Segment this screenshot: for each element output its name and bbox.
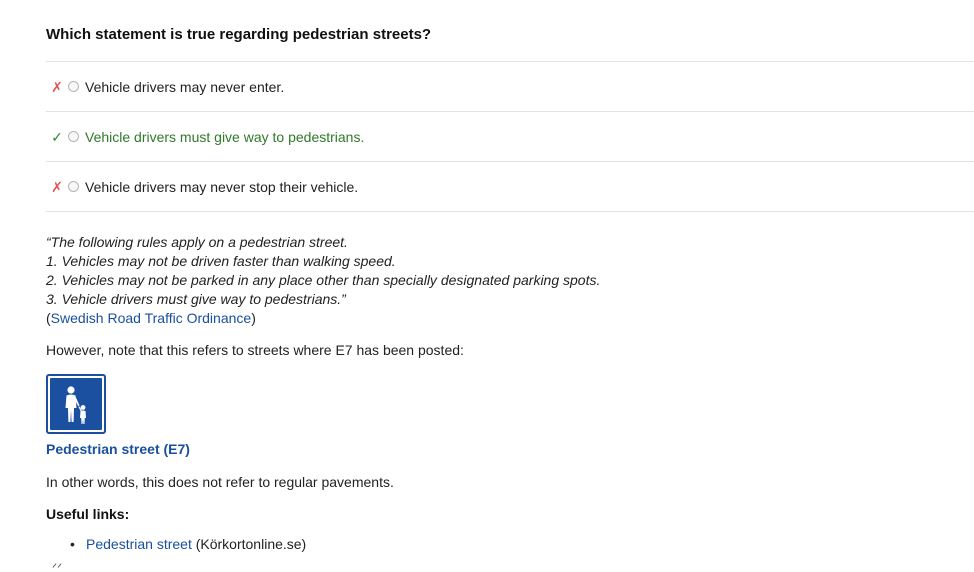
pedestrian-figures-icon <box>65 386 86 424</box>
useful-links-heading: Useful links: <box>46 506 130 522</box>
radio-button[interactable] <box>68 181 79 192</box>
sign-caption-link[interactable]: Pedestrian street (E7) <box>46 441 190 457</box>
check-mark-icon: ✓ <box>51 129 63 145</box>
wrong-mark-icon: ✗ <box>51 179 63 195</box>
useful-links-list: • Pedestrian street (Körkortonline.se) <box>46 536 306 552</box>
pedestrian-street-sign-icon[interactable] <box>46 374 106 434</box>
answer-option-2[interactable]: ✓ Vehicle drivers must give way to pedes… <box>46 112 974 162</box>
quote-line: 1. Vehicles may not be driven faster tha… <box>46 253 396 269</box>
sign-face <box>50 378 102 430</box>
answer-option-3[interactable]: ✗ Vehicle drivers may never stop their v… <box>46 162 974 212</box>
answer-label: Vehicle drivers may never stop their veh… <box>85 178 359 195</box>
answer-list: ✗ Vehicle drivers may never enter. ✓ Veh… <box>46 61 974 212</box>
question-title: Which statement is true regarding pedest… <box>46 26 432 43</box>
answer-label: Vehicle drivers must give way to pedestr… <box>85 128 365 145</box>
explanation-quote: “The following rules apply on a pedestri… <box>46 233 600 328</box>
answer-label: Vehicle drivers may never enter. <box>85 78 285 95</box>
quote-line: 2. Vehicles may not be parked in any pla… <box>46 272 601 288</box>
e7-note: However, note that this refers to street… <box>46 342 464 358</box>
quote-line: 3. Vehicle drivers must give way to pede… <box>46 291 346 307</box>
list-item: • Pedestrian street (Körkortonline.se) <box>46 536 306 552</box>
radio-button[interactable] <box>68 81 79 92</box>
source-paren-close: ) <box>251 310 256 326</box>
quote-line: “The following rules apply on a pedestri… <box>46 234 348 250</box>
cut-off-text: ᐟᐟ <box>52 561 63 572</box>
pedestrian-street-link[interactable]: Pedestrian street <box>86 536 192 552</box>
bullet-icon: • <box>70 536 75 552</box>
wrong-mark-icon: ✗ <box>51 79 63 95</box>
radio-button[interactable] <box>68 131 79 142</box>
answer-option-1[interactable]: ✗ Vehicle drivers may never enter. <box>46 62 974 112</box>
source-link[interactable]: Swedish Road Traffic Ordinance <box>51 310 252 326</box>
quote-source: (Swedish Road Traffic Ordinance) <box>46 309 600 328</box>
link-source: (Körkortonline.se) <box>191 536 307 552</box>
clarification-text: In other words, this does not refer to r… <box>46 474 394 490</box>
